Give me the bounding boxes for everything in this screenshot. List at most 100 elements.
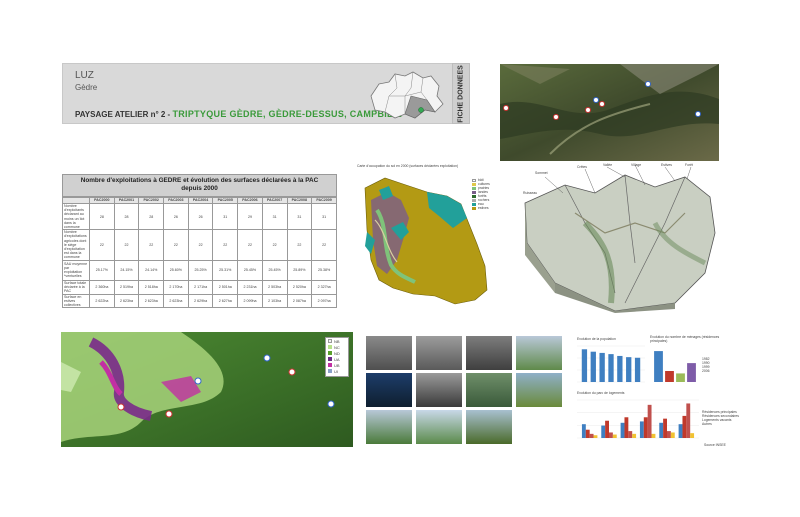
table-cell: 22: [286, 229, 313, 261]
table-cell: 2 099ha: [237, 293, 263, 309]
table-cell: 26: [187, 202, 214, 231]
population-bar: [590, 351, 596, 382]
table-row: Nombre d'exploitations agricoles dont le…: [62, 229, 337, 261]
zoning-map: NB NC ND UA UB UI: [61, 332, 353, 447]
commune-name: Gèdre: [75, 83, 98, 92]
households-bar: [676, 373, 685, 382]
table-row: Surface en estives collectives 2 622ha 2…: [62, 293, 337, 309]
block-diagram: Sommet Crêtes Vallée Village Estives For…: [515, 163, 720, 313]
table-cell: 2 520ha: [286, 279, 313, 295]
chart-source: Source INSEE: [704, 443, 726, 447]
chart-housing-title: Evolution du parc de logements: [577, 391, 625, 395]
site-name: LUZ: [75, 70, 94, 81]
legend-item: Autres: [702, 422, 712, 426]
population-bar: [634, 357, 641, 382]
landuse-legend: bâti cultures prairies landes forêts roc…: [472, 178, 496, 218]
population-bar: [608, 354, 614, 382]
table-cell: 24.14%: [138, 259, 165, 281]
zoning-legend: NB NC ND UA UB UI: [325, 337, 349, 377]
diagram-label: Estives: [661, 163, 672, 167]
households-legend: 1982 1990 1999 2006: [702, 357, 710, 373]
housing-legend: Résidences principales Résidences second…: [702, 410, 739, 426]
photo-thumbnail: [466, 336, 512, 370]
photo-thumbnail: [366, 373, 412, 407]
table-cell: 2 622ha: [89, 293, 115, 309]
table-cell: 22: [261, 229, 288, 261]
table-cell: 2 171ha: [187, 279, 214, 295]
housing-bar: [612, 434, 617, 438]
row-label: Surface en estives collectives: [62, 293, 90, 309]
housing-bar: [663, 418, 667, 438]
table-cell: 2 503ha: [261, 279, 288, 295]
housing-bar: [643, 417, 648, 438]
table-row: SAU moyenne par exploitation *ventuelles…: [62, 259, 337, 281]
row-label: SAU moyenne par exploitation *ventuelles: [62, 259, 90, 281]
table-cell: 28: [113, 202, 140, 231]
table-cell: 25.89%: [286, 259, 313, 281]
table-title-line1: Nombre d'exploitations à GEDRE et évolut…: [80, 177, 319, 184]
atelier-title: PAYSAGE ATELIER n° 2 - TRIPTYQUE GÈDRE, …: [75, 109, 402, 119]
atelier-label: PAYSAGE ATELIER n° 2 -: [75, 110, 173, 119]
photo-thumbnail: [416, 336, 462, 370]
housing-bar: [667, 431, 671, 438]
housing-bar: [647, 404, 652, 438]
table-cell: 25.17%: [89, 259, 115, 281]
photo-thumbnail: [366, 336, 412, 370]
population-bar: [599, 352, 605, 382]
population-bar: [581, 349, 588, 382]
households-bar: [665, 371, 674, 382]
housing-bar: [609, 432, 613, 438]
housing-bar: [659, 422, 664, 438]
table-cell: 29: [237, 202, 263, 231]
diagram-label: Vallée: [603, 163, 613, 167]
table-title-line2: depuis 2000: [181, 185, 218, 192]
table-cell: 2 623ha: [163, 293, 189, 309]
aerial-photo: [500, 64, 719, 161]
row-label: Nombre d'exploitations agricoles dont le…: [62, 229, 90, 261]
row-label: Nombre d'exploitants déclarant au moins …: [62, 202, 90, 231]
table-cell: 28: [138, 202, 165, 231]
population-bar: [617, 355, 623, 382]
table-cell: 25.31%: [212, 259, 239, 281]
table-cell: 2 501ha: [212, 279, 239, 295]
landuse-map-title: Carte d'occupation du sol en 2000 (surfa…: [357, 164, 459, 168]
table-title: Nombre d'exploitations à GEDRE et évolut…: [62, 174, 337, 197]
housing-bar: [628, 431, 633, 438]
table-cell: 22: [89, 229, 115, 261]
table-cell: 31: [286, 202, 313, 231]
table-cell: 25.45%: [237, 259, 263, 281]
housing-bar: [632, 433, 637, 438]
pac-table: PAC2000 PAC2001 PAC2002 PAC2003 PAC2004 …: [62, 197, 337, 309]
housing-bar: [651, 433, 656, 438]
housing-bar: [690, 433, 695, 438]
housing-bar: [620, 422, 625, 438]
table-cell: 22: [212, 229, 239, 261]
housing-bar: [670, 432, 675, 438]
households-chart: [654, 351, 696, 382]
table-cell: 2 170ha: [163, 279, 189, 295]
diagram-label: Crêtes: [577, 165, 587, 169]
table-row: Nombre d'exploitants déclarant au moins …: [62, 202, 337, 231]
diagram-label: Forêt: [685, 163, 693, 167]
table-cell: 25.38%: [311, 259, 337, 281]
table-cell: 22: [311, 229, 337, 261]
locator-map: [370, 71, 444, 119]
photo-thumbnail: [516, 373, 562, 407]
table-cell: 2 623ha: [113, 293, 140, 309]
photo-thumbnail: [466, 373, 512, 407]
housing-bar: [678, 424, 683, 438]
fiche-donnees-tab: FICHE DONNEES: [452, 63, 470, 124]
legend-item: UI: [326, 368, 348, 374]
housing-bar: [581, 424, 586, 438]
table-cell: 26: [163, 202, 189, 231]
table-row: Surface totale déclarée à la PAC 2 360ha…: [62, 279, 337, 295]
table-cell: 22: [113, 229, 140, 261]
table-cell: 2 103ha: [261, 293, 288, 309]
population-bar: [626, 357, 632, 382]
fiche-label: FICHE DONNEES: [457, 64, 465, 123]
row-label: Surface totale déclarée à la PAC: [62, 279, 90, 295]
housing-bar: [639, 421, 644, 438]
pac-table-panel: Nombre d'exploitations à GEDRE et évolut…: [62, 174, 337, 309]
photo-thumbnail: [366, 410, 412, 444]
housing-bar: [624, 417, 629, 438]
